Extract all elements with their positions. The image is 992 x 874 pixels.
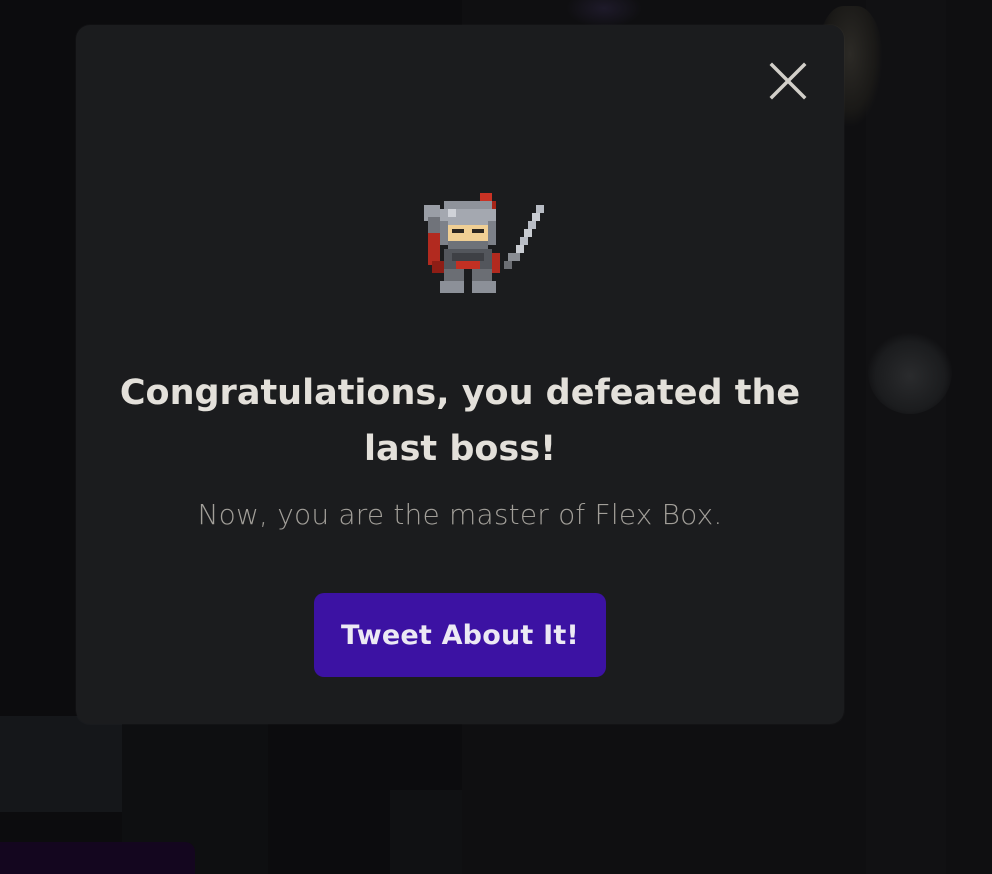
background-column bbox=[866, 0, 946, 874]
close-button[interactable] bbox=[768, 61, 808, 101]
background-tile bbox=[390, 790, 462, 874]
congrats-title-line-2: last boss! bbox=[363, 429, 557, 469]
congrats-title-line-1: Congratulations, you defeated the bbox=[119, 373, 801, 413]
congrats-title: Congratulations, you defeated the last b… bbox=[76, 365, 844, 477]
background-button bbox=[0, 842, 195, 874]
knight-sprite-icon bbox=[424, 193, 544, 293]
close-icon bbox=[769, 62, 807, 100]
game-screen: Congratulations, you defeated the last b… bbox=[0, 0, 992, 874]
background-monster-sprite bbox=[566, 0, 642, 28]
background-ghost-sprite bbox=[868, 330, 952, 414]
congrats-subtitle: Now, you are the master of Flex Box. bbox=[197, 498, 723, 531]
tweet-button[interactable]: Tweet About It! bbox=[314, 593, 606, 677]
background-tile bbox=[0, 716, 122, 812]
victory-modal: Congratulations, you defeated the last b… bbox=[76, 25, 844, 724]
